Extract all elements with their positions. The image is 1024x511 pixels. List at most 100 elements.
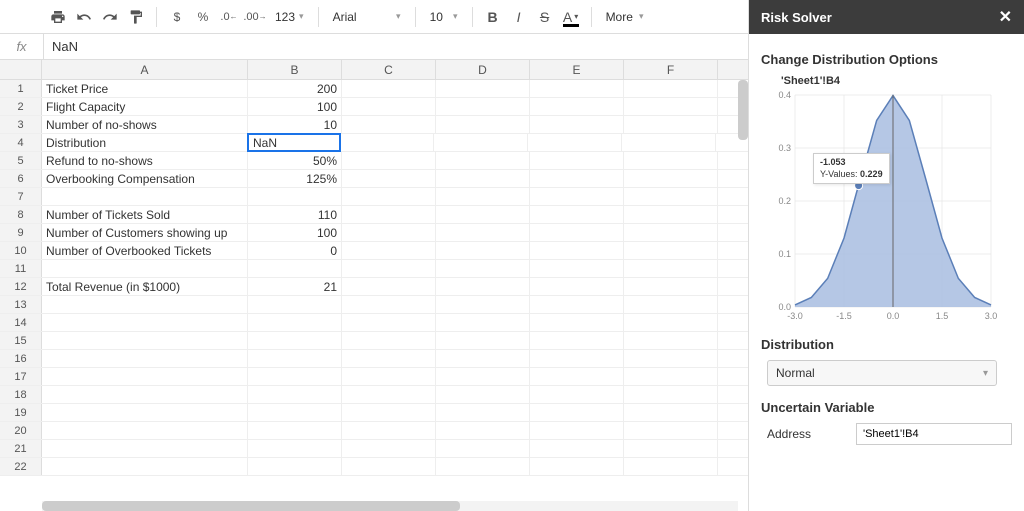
cell[interactable] <box>248 404 342 421</box>
row-header[interactable]: 19 <box>0 404 42 421</box>
row-header[interactable]: 1 <box>0 80 42 97</box>
close-icon[interactable]: ✕ <box>999 7 1012 27</box>
row-header[interactable]: 2 <box>0 98 42 115</box>
cell[interactable] <box>248 422 342 439</box>
cell[interactable] <box>42 386 248 403</box>
cell[interactable]: Number of Overbooked Tickets <box>42 242 248 259</box>
cell[interactable] <box>248 260 342 277</box>
cell[interactable]: 100 <box>248 224 342 241</box>
cell[interactable] <box>42 422 248 439</box>
cell[interactable] <box>624 116 718 133</box>
cell[interactable] <box>530 224 624 241</box>
cell[interactable] <box>342 314 436 331</box>
cell[interactable] <box>530 440 624 457</box>
cell[interactable] <box>530 386 624 403</box>
increase-decimal-button[interactable]: .00→ <box>243 5 267 29</box>
cell[interactable] <box>342 458 436 475</box>
font-size-dropdown[interactable]: 10▾ <box>424 5 464 29</box>
cell[interactable] <box>42 440 248 457</box>
cell[interactable] <box>624 422 718 439</box>
cell[interactable] <box>530 260 624 277</box>
cell[interactable] <box>436 116 530 133</box>
cell[interactable] <box>436 386 530 403</box>
cell[interactable] <box>530 98 624 115</box>
select-all-corner[interactable] <box>0 60 42 79</box>
row-header[interactable]: 5 <box>0 152 42 169</box>
cell[interactable] <box>248 458 342 475</box>
cell[interactable] <box>530 242 624 259</box>
cell[interactable] <box>624 242 718 259</box>
cell[interactable] <box>530 278 624 295</box>
cell[interactable] <box>530 116 624 133</box>
row-header[interactable]: 10 <box>0 242 42 259</box>
cell[interactable] <box>342 332 436 349</box>
cell[interactable] <box>624 386 718 403</box>
cell[interactable] <box>624 98 718 115</box>
cell[interactable] <box>248 386 342 403</box>
row-header[interactable]: 11 <box>0 260 42 277</box>
cell[interactable] <box>436 332 530 349</box>
col-header-b[interactable]: B <box>248 60 342 79</box>
cell[interactable] <box>436 440 530 457</box>
cell[interactable] <box>248 368 342 385</box>
row-header[interactable]: 20 <box>0 422 42 439</box>
row-header[interactable]: 15 <box>0 332 42 349</box>
undo-button[interactable] <box>72 5 96 29</box>
cell[interactable] <box>42 368 248 385</box>
cell[interactable] <box>530 296 624 313</box>
col-header-d[interactable]: D <box>436 60 530 79</box>
row-header[interactable]: 18 <box>0 386 42 403</box>
cell[interactable] <box>624 350 718 367</box>
row-header[interactable]: 8 <box>0 206 42 223</box>
cell[interactable] <box>42 314 248 331</box>
cell[interactable] <box>530 80 624 97</box>
cell[interactable] <box>624 440 718 457</box>
row-header[interactable]: 14 <box>0 314 42 331</box>
cell[interactable] <box>42 188 248 205</box>
decrease-decimal-button[interactable]: .0← <box>217 5 241 29</box>
more-dropdown[interactable]: More▾ <box>600 5 650 29</box>
cell[interactable] <box>530 404 624 421</box>
row-header[interactable]: 12 <box>0 278 42 295</box>
cell[interactable] <box>436 314 530 331</box>
row-header[interactable]: 21 <box>0 440 42 457</box>
cell[interactable] <box>530 188 624 205</box>
cell[interactable] <box>436 458 530 475</box>
cell[interactable] <box>342 350 436 367</box>
cell[interactable] <box>436 242 530 259</box>
font-dropdown[interactable]: Arial▾ <box>327 5 407 29</box>
cell[interactable] <box>436 188 530 205</box>
cell[interactable] <box>342 404 436 421</box>
row-header[interactable]: 3 <box>0 116 42 133</box>
cell[interactable] <box>624 152 718 169</box>
cell[interactable]: Number of Customers showing up <box>42 224 248 241</box>
cell[interactable] <box>342 206 436 223</box>
cell[interactable]: NaN <box>247 133 341 152</box>
cell[interactable] <box>436 152 530 169</box>
cell[interactable] <box>624 260 718 277</box>
col-header-e[interactable]: E <box>530 60 624 79</box>
cell[interactable] <box>342 170 436 187</box>
cell[interactable]: Ticket Price <box>42 80 248 97</box>
horizontal-scrollbar-thumb[interactable] <box>42 501 460 511</box>
cell[interactable] <box>436 170 530 187</box>
percent-button[interactable]: % <box>191 5 215 29</box>
cell[interactable] <box>624 206 718 223</box>
cell[interactable] <box>624 368 718 385</box>
cell[interactable] <box>624 296 718 313</box>
cell[interactable] <box>342 368 436 385</box>
cell[interactable] <box>340 134 434 151</box>
cell[interactable] <box>42 458 248 475</box>
col-header-f[interactable]: F <box>624 60 718 79</box>
vertical-scrollbar[interactable] <box>738 80 748 140</box>
cell[interactable] <box>436 98 530 115</box>
cell[interactable] <box>436 404 530 421</box>
cell[interactable] <box>342 116 436 133</box>
cell[interactable] <box>436 296 530 313</box>
cell[interactable] <box>530 350 624 367</box>
cell[interactable] <box>342 278 436 295</box>
cell[interactable] <box>342 422 436 439</box>
row-header[interactable]: 22 <box>0 458 42 475</box>
cell[interactable]: Refund to no-shows <box>42 152 248 169</box>
row-header[interactable]: 13 <box>0 296 42 313</box>
